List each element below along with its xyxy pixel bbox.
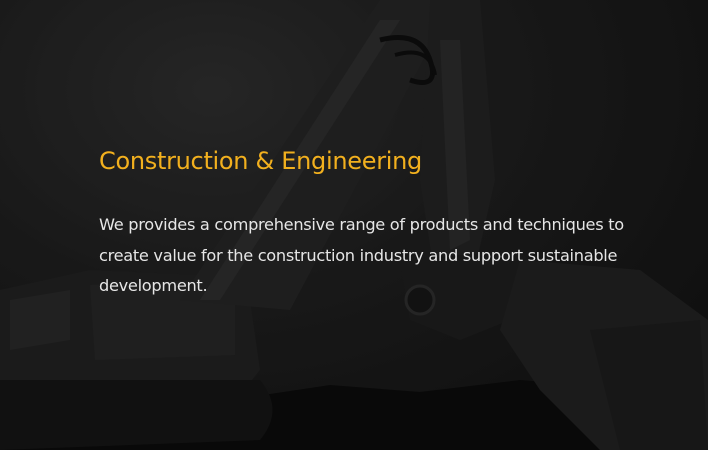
hero-title: Construction & Engineering (99, 147, 422, 175)
hero-description: We provides a comprehensive range of pro… (99, 215, 624, 295)
hero-content: Construction & Engineering We provides a… (99, 142, 639, 302)
hero-banner: Construction & Engineering We provides a… (0, 0, 708, 450)
